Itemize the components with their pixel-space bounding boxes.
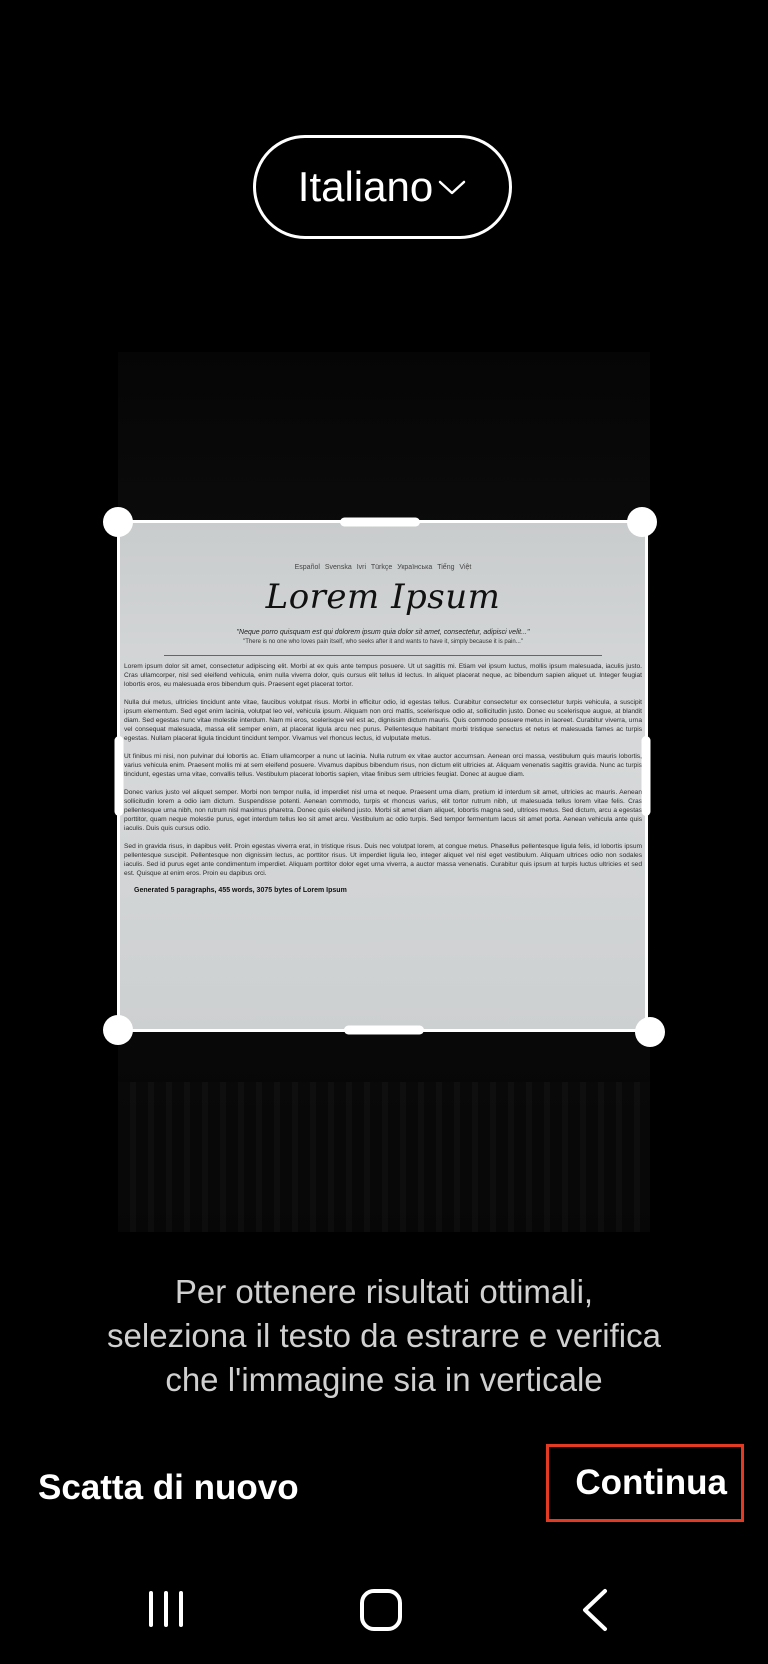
crop-handle-top[interactable] xyxy=(340,517,420,527)
document-preview: Español Svenska Ivri Türkçe Українська T… xyxy=(118,522,648,1030)
photo-blurred-background xyxy=(118,1082,650,1232)
document-paragraph: Lorem ipsum dolor sit amet, consectetur … xyxy=(124,663,642,688)
language-selector-label: Italiano xyxy=(297,163,434,210)
crop-handle-right[interactable] xyxy=(641,736,651,816)
crop-handle-top-left[interactable] xyxy=(103,507,133,537)
document-quote-translation: "There is no one who loves pain itself, … xyxy=(243,639,523,645)
crop-handle-bottom[interactable] xyxy=(344,1025,424,1035)
home-icon[interactable] xyxy=(358,1587,404,1633)
crop-handle-bottom-left[interactable] xyxy=(103,1015,133,1045)
screen: Italiano Español Svenska Ivri Türkçe Укр… xyxy=(0,0,768,1664)
document-paragraph: Ut finibus mi nisi, non pulvinar dui lob… xyxy=(124,753,642,778)
document-language-links: Español Svenska Ivri Türkçe Українська T… xyxy=(294,564,472,571)
instruction-line: seleziona il testo da estrarre e verific… xyxy=(107,1317,661,1354)
recent-apps-icon[interactable] xyxy=(146,1589,186,1629)
chevron-down-icon xyxy=(438,180,466,195)
document-paragraph: Donec varius justo vel aliquet semper. M… xyxy=(124,789,642,832)
navigation-bar xyxy=(0,1570,768,1650)
document-title: Lorem Ipsum xyxy=(265,577,501,617)
back-icon[interactable] xyxy=(580,1588,610,1632)
document-paragraph: Sed in gravida risus, in dapibus velit. … xyxy=(124,843,642,877)
document-divider xyxy=(164,655,602,656)
retake-button[interactable]: Scatta di nuovo xyxy=(38,1468,299,1508)
document-footer: Generated 5 paragraphs, 455 words, 3075 … xyxy=(134,887,347,894)
crop-handle-top-right[interactable] xyxy=(627,507,657,537)
crop-handle-left[interactable] xyxy=(114,736,124,816)
instruction-text: Per ottenere risultati ottimali, selezio… xyxy=(0,1270,768,1402)
language-selector[interactable]: Italiano xyxy=(253,135,512,239)
continue-button-label: Continua xyxy=(575,1463,727,1502)
crop-handle-bottom-right[interactable] xyxy=(635,1017,665,1047)
instruction-line: Per ottenere risultati ottimali, xyxy=(174,1273,594,1310)
continue-button[interactable]: Continua xyxy=(546,1444,744,1522)
instruction-line: che l'immagine sia in verticale xyxy=(165,1361,603,1398)
document-paragraph: Nulla dui metus, ultricies tincidunt ant… xyxy=(124,699,642,742)
document-quote: "Neque porro quisquam est qui dolorem ip… xyxy=(236,629,530,636)
